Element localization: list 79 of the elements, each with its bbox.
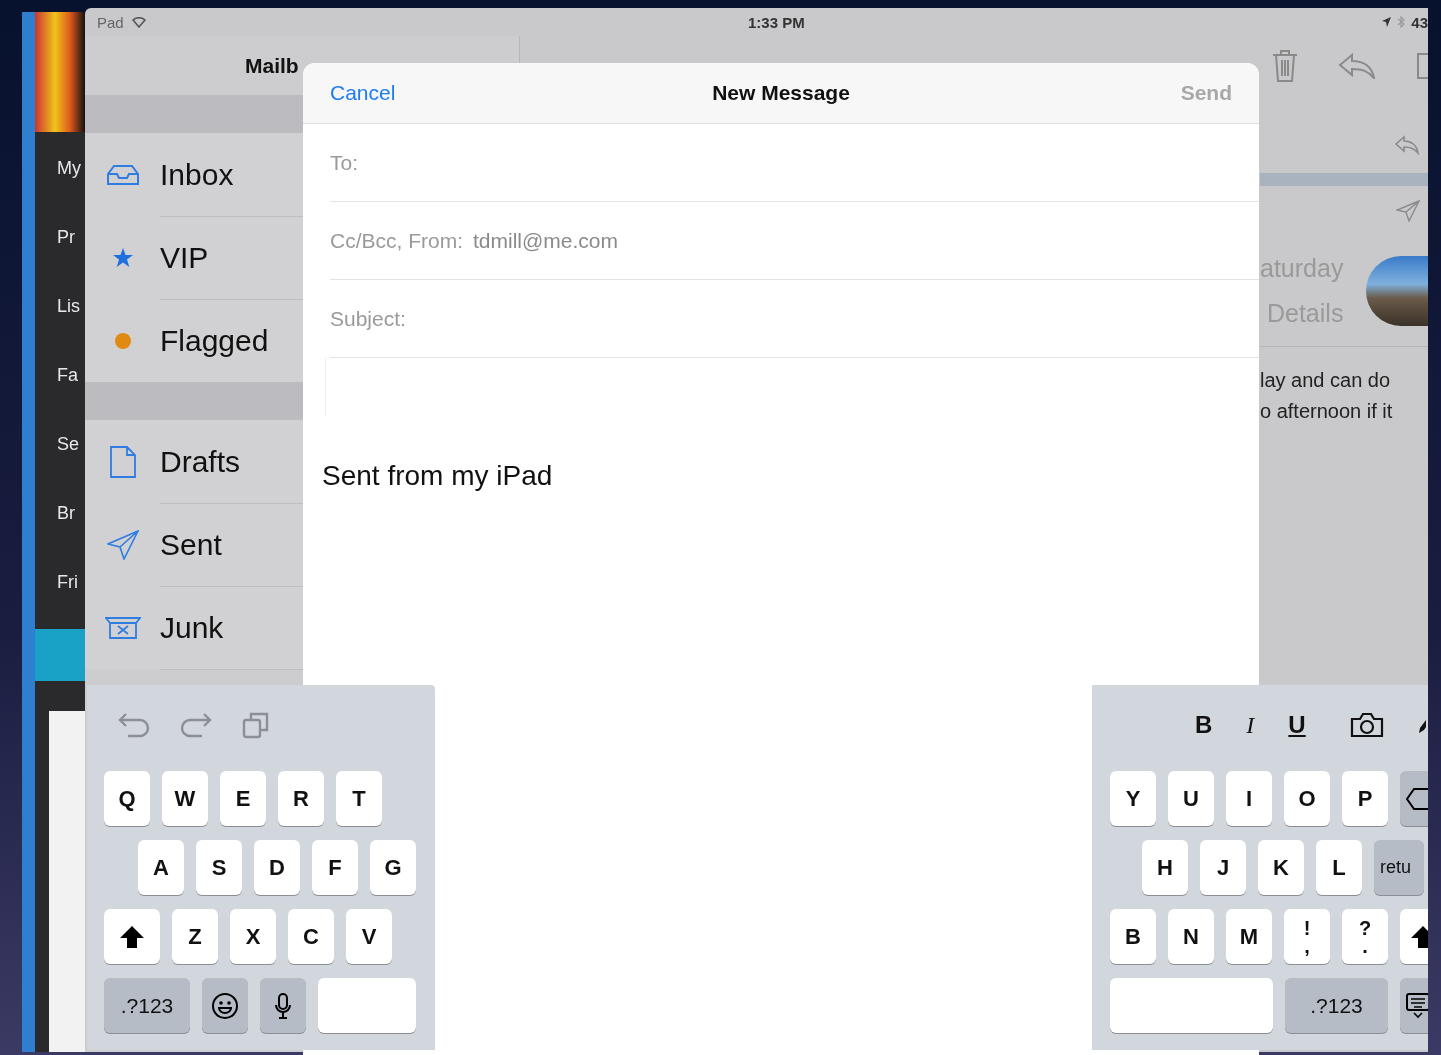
- shift-arrow-icon: [119, 924, 145, 949]
- letter-key[interactable]: E: [220, 771, 266, 826]
- paper-plane-icon[interactable]: [1396, 200, 1420, 222]
- copy-icon[interactable]: [242, 711, 270, 739]
- letter-key[interactable]: N: [1168, 909, 1214, 964]
- message-text-line: lay and can do: [1260, 369, 1392, 392]
- cancel-button[interactable]: Cancel: [330, 81, 396, 105]
- letter-key[interactable]: Z: [172, 909, 218, 964]
- numbers-key[interactable]: .?123: [1285, 978, 1388, 1033]
- bluetooth-icon: [1397, 16, 1406, 28]
- shift-key[interactable]: [104, 909, 160, 964]
- star-icon: [111, 247, 134, 268]
- message-text-line: o afternoon if it: [1260, 400, 1394, 423]
- redo-icon[interactable]: [180, 712, 212, 738]
- letter-key[interactable]: V: [346, 909, 392, 964]
- inbox-tray-icon: [105, 163, 140, 186]
- letter-key[interactable]: X: [230, 909, 276, 964]
- avatar-photo-placeholder: [1366, 256, 1428, 326]
- microphone-icon: [274, 991, 292, 1020]
- punctuation-key[interactable]: ! ,: [1284, 909, 1330, 964]
- letter-key[interactable]: W: [162, 771, 208, 826]
- reply-arrow-icon[interactable]: [1338, 52, 1376, 79]
- letter-key[interactable]: L: [1316, 840, 1362, 895]
- letter-key[interactable]: M: [1226, 909, 1272, 964]
- letter-key[interactable]: R: [278, 771, 324, 826]
- list-item[interactable]: Br: [57, 501, 75, 526]
- status-time: 1:33 PM: [748, 13, 805, 31]
- nav-title: Mailb: [245, 53, 299, 78]
- device-name: Pad: [97, 13, 124, 31]
- signature-text: Sent from my iPad: [322, 460, 553, 491]
- delete-icon: [1406, 787, 1428, 810]
- dictation-key[interactable]: [260, 978, 306, 1033]
- letter-key[interactable]: P: [1342, 771, 1388, 826]
- letter-key[interactable]: K: [1258, 840, 1304, 895]
- document-icon: [108, 444, 137, 479]
- letter-key[interactable]: Y: [1110, 771, 1156, 826]
- trash-icon[interactable]: [1272, 48, 1298, 83]
- letter-key[interactable]: O: [1284, 771, 1330, 826]
- letter-key[interactable]: H: [1142, 840, 1188, 895]
- sheet-title: New Message: [712, 81, 850, 105]
- punctuation-key[interactable]: ? .: [1342, 909, 1388, 964]
- list-item[interactable]: Fri: [57, 570, 78, 595]
- list-item[interactable]: My: [57, 156, 81, 181]
- junk-bin-icon: [104, 615, 141, 640]
- letter-key[interactable]: U: [1168, 771, 1214, 826]
- list-item[interactable]: Lis: [57, 294, 80, 319]
- letter-key[interactable]: I: [1226, 771, 1272, 826]
- location-arrow-icon: [1382, 17, 1392, 27]
- bold-format-button[interactable]: B: [1195, 711, 1213, 739]
- emoji-key[interactable]: [202, 978, 248, 1033]
- letter-key[interactable]: T: [336, 771, 382, 826]
- letter-key[interactable]: C: [288, 909, 334, 964]
- italic-format-button[interactable]: I: [1246, 711, 1255, 739]
- battery-percent: 43: [1411, 13, 1428, 31]
- shift-arrow-icon: [1410, 924, 1428, 949]
- letter-key[interactable]: S: [196, 840, 242, 895]
- list-item[interactable]: Pr: [57, 225, 75, 250]
- letter-key[interactable]: D: [254, 840, 300, 895]
- list-item[interactable]: Se: [57, 432, 80, 457]
- keyboard-icon: [1406, 992, 1428, 1019]
- numbers-key[interactable]: .?123: [104, 978, 190, 1033]
- letter-key[interactable]: F: [312, 840, 358, 895]
- letter-key[interactable]: J: [1200, 840, 1246, 895]
- smiley-icon: [211, 991, 239, 1020]
- letter-key[interactable]: A: [138, 840, 184, 895]
- underline-format-button[interactable]: U: [1288, 711, 1306, 739]
- list-item[interactable]: Fa: [57, 363, 78, 388]
- app-thumbnail[interactable]: [35, 629, 85, 681]
- paper-plane-icon: [106, 529, 139, 560]
- undo-icon[interactable]: [118, 712, 150, 738]
- reply-arrow-icon[interactable]: [1394, 135, 1420, 155]
- flag-dot-icon: [113, 331, 132, 350]
- letter-key[interactable]: Q: [104, 771, 150, 826]
- return-key[interactable]: retu: [1374, 840, 1424, 895]
- compose-icon[interactable]: [1416, 51, 1428, 80]
- wifi-icon: [131, 16, 146, 28]
- camera-icon[interactable]: [1349, 712, 1384, 738]
- letter-key[interactable]: B: [1110, 909, 1156, 964]
- letter-key[interactable]: G: [370, 840, 416, 895]
